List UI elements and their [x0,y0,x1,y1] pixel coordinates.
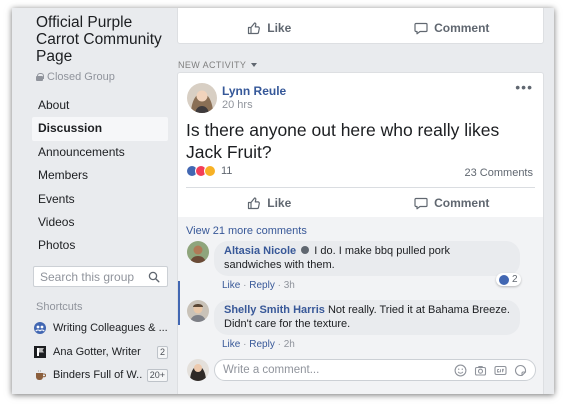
group-sidebar: Official Purple Carrot Community Page Cl… [12,8,172,394]
highlight-bar [178,281,180,325]
comment-like-link[interactable]: Like [222,280,240,291]
camera-icon[interactable] [474,364,487,377]
nav-item-discussion[interactable]: Discussion [32,117,168,141]
post-action-bar: Like Comment [178,190,543,216]
comment-composer [214,359,536,381]
comment-reaction-count: 2 [512,274,518,285]
group-icon [34,322,46,334]
like-label: Like [267,21,292,35]
comments-section: View 21 more comments Altasia Nicole I d… [178,217,543,394]
facebook-group-window: Official Purple Carrot Community Page Cl… [12,8,554,394]
nav-item-members[interactable]: Members [32,164,168,187]
shortcut-item[interactable]: Ana Gotter, Writer 2 [34,343,168,361]
sticker-icon[interactable] [514,364,527,377]
group-nav: About Discussion Announcements Members E… [32,94,168,258]
shortcuts-heading: Shortcuts [36,301,83,313]
like-button[interactable]: Like [178,15,361,41]
avatar[interactable] [187,300,209,322]
post-timestamp[interactable]: 20 hrs [222,99,253,111]
comment-reply-link[interactable]: Reply [249,339,275,350]
thumbs-up-icon [248,22,261,35]
comment-reaction-badge[interactable]: 2 [496,273,521,286]
comment-icon [414,197,428,210]
comment-timestamp[interactable]: 2h [284,339,295,350]
badge-icon [301,246,310,254]
emoji-icon[interactable] [454,364,467,377]
like-reaction-icon [499,274,509,285]
like-button[interactable]: Like [178,190,361,216]
comment-count[interactable]: 23 Comments [465,167,533,179]
coffee-icon [34,369,47,381]
comment-label: Comment [434,21,490,35]
shortcut-label: Ana Gotter, Writer [53,346,141,358]
comment-bubble: Altasia Nicole I do. I make bbq pulled p… [214,241,520,276]
comment-author[interactable]: Altasia Nicole [224,245,296,257]
view-more-comments-link[interactable]: View 21 more comments [186,225,307,237]
group-privacy-label: Closed Group [47,71,115,83]
group-title[interactable]: Official Purple Carrot Community Page [36,14,166,65]
comment-input[interactable] [223,364,447,376]
comment-icon [414,22,428,35]
page-flag-icon [34,346,46,358]
comment-author[interactable]: Shelly Smith Harris [224,304,325,316]
comment-like-link[interactable]: Like [222,339,240,350]
comment-timestamp[interactable]: 3h [284,280,295,291]
post-card: Lynn Reule 20 hrs ••• Is there anyone ou… [177,72,544,394]
previous-post-card: Like Comment [177,8,544,44]
like-label: Like [267,196,292,210]
nav-item-photos[interactable]: Photos [32,234,168,257]
nav-item-videos[interactable]: Videos [32,211,168,234]
avatar[interactable] [187,241,209,263]
chevron-down-icon [251,63,258,67]
group-privacy: Closed Group [36,71,115,83]
nav-item-announcements[interactable]: Announcements [32,141,168,164]
lock-icon [36,73,44,81]
search-input[interactable] [40,269,148,284]
new-activity-filter[interactable]: NEW ACTIVITY [178,60,258,70]
more-options-icon[interactable]: ••• [515,79,533,95]
comment-button[interactable]: Comment [361,190,544,216]
comment-meta: Like · Reply · 3h [222,280,295,291]
divider [186,187,535,188]
shortcut-label: Binders Full of W... [53,369,143,381]
gif-icon[interactable] [494,364,507,377]
group-search [33,266,168,287]
comment-label: Comment [434,196,490,210]
new-activity-label: NEW ACTIVITY [178,60,247,70]
nav-item-events[interactable]: Events [32,188,168,211]
post-action-bar: Like Comment [178,15,543,41]
comment-reply-link[interactable]: Reply [249,280,275,291]
shortcut-item[interactable]: Binders Full of W... 20+ [34,366,168,384]
shortcut-count-badge: 20+ [146,368,168,382]
comment-meta: Like · Reply · 2h [222,339,295,350]
reaction-summary[interactable]: 11 [186,165,232,177]
nav-item-about[interactable]: About [32,94,168,117]
shortcut-count-badge: 2 [156,345,168,359]
haha-reaction-icon [204,165,216,177]
shortcut-label: Writing Colleagues & ... [53,322,168,334]
avatar[interactable] [187,359,209,381]
thumbs-up-icon [248,197,261,210]
shortcut-item[interactable]: Writing Colleagues & ... [34,319,168,337]
comment-bubble: Shelly Smith Harris Not really. Tried it… [214,300,520,335]
post-text: Is there anyone out here who really like… [186,120,500,162]
reaction-count: 11 [221,165,233,177]
search-icon[interactable] [148,271,160,283]
comment-button[interactable]: Comment [361,15,544,41]
post-author[interactable]: Lynn Reule [222,84,286,98]
avatar[interactable] [187,83,217,113]
